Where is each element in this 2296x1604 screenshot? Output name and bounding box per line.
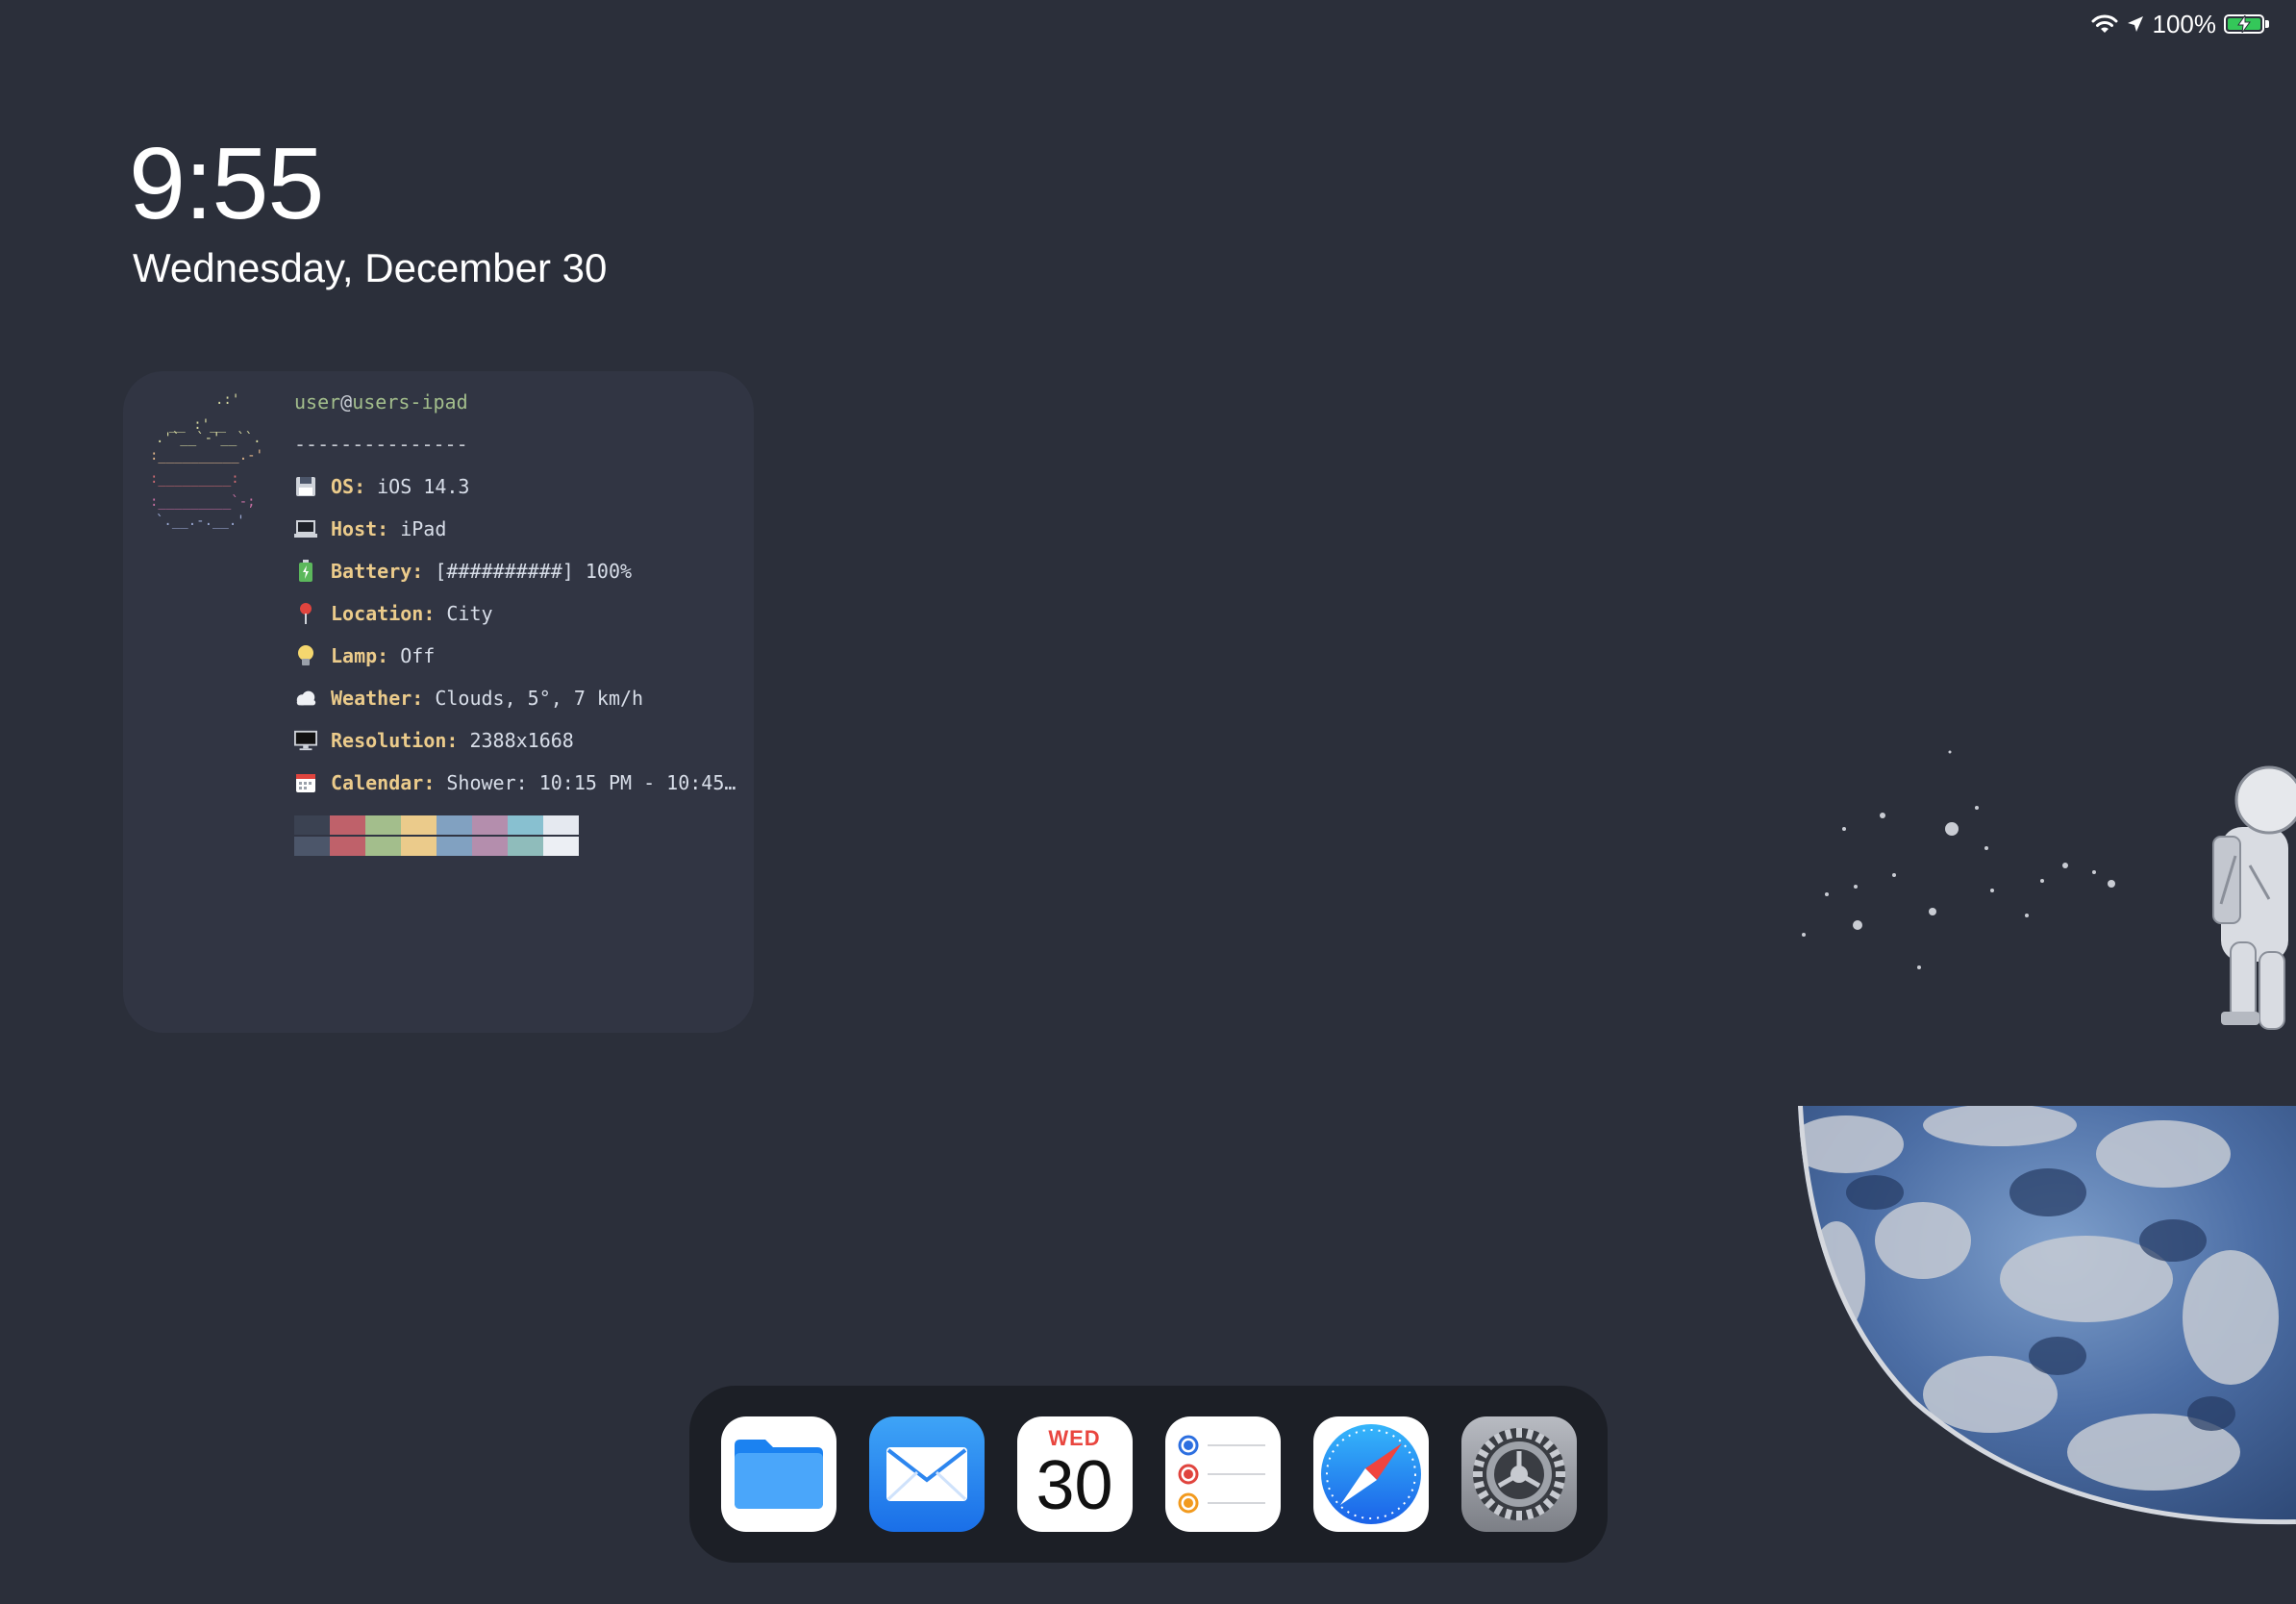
palette-swatch: [365, 837, 401, 856]
calendar-app-date: 30: [1036, 1447, 1113, 1524]
palette-swatch: [508, 837, 543, 856]
wifi-icon: [2091, 13, 2118, 35]
palette-swatch: [294, 815, 330, 835]
svg-text:.'`__`-'__``.: .'`__`-'__``.: [156, 431, 262, 446]
settings-app[interactable]: [1460, 1416, 1577, 1532]
palette-swatch: [294, 837, 330, 856]
laptop-icon: [294, 517, 317, 540]
svg-text:`.__.-.__.': `.__.-.__.': [156, 514, 245, 529]
username: user: [294, 390, 341, 414]
color-palette: [294, 815, 736, 856]
palette-row-bright: [294, 837, 736, 856]
palette-swatch: [543, 815, 579, 835]
lock-time: 9:55: [129, 127, 324, 240]
palette-swatch: [401, 837, 437, 856]
palette-swatch: [330, 815, 365, 835]
user-host-line: user @ users-ipad: [294, 381, 736, 423]
mail-app[interactable]: [868, 1416, 985, 1532]
palette-swatch: [472, 815, 508, 835]
palette-swatch: [330, 837, 365, 856]
moon: [1798, 1106, 2296, 1525]
svg-text:.:': .:': [215, 392, 239, 408]
moon-astronaut-wallpaper: [1798, 750, 2296, 1525]
separator-line: ---------------: [294, 433, 468, 456]
info-row-location: Location: City: [294, 592, 736, 635]
info-row-host: Host: iPad: [294, 508, 736, 550]
info-row-weather: Weather: Clouds, 5°, 7 km/h: [294, 677, 736, 719]
dock: WED 30: [689, 1386, 1608, 1563]
apple-ascii-logo: .:' __ :'__ .'`__`-'__``. :__________.-'…: [150, 392, 263, 529]
palette-swatch: [401, 815, 437, 835]
svg-text::__________.-': :__________.-': [150, 448, 263, 464]
palette-swatch: [543, 837, 579, 856]
astronaut: [2212, 765, 2296, 1030]
folder-icon: [734, 1440, 823, 1509]
palette-row-normal: [294, 815, 736, 835]
lightbulb-icon: [294, 644, 317, 667]
info-row-lamp: Lamp: Off: [294, 635, 736, 677]
files-app[interactable]: [720, 1416, 836, 1532]
battery-charging-icon: [2224, 14, 2269, 34]
palette-swatch: [508, 815, 543, 835]
battery-icon: [294, 560, 317, 583]
palette-swatch: [472, 837, 508, 856]
lock-screen: 100% 9:55 Wednesday, December 30 .:' __ …: [0, 0, 2296, 1604]
gear-icon: [1472, 1428, 1565, 1520]
svg-text::_________:: :_________:: [150, 471, 239, 487]
system-info: user @ users-ipad --------------- OS: iOS …: [294, 381, 736, 856]
calendar-icon: [294, 771, 317, 794]
neofetch-widget[interactable]: .:' __ :'__ .'`__`-'__``. :__________.-'…: [123, 371, 754, 1033]
reminders-app[interactable]: [1164, 1416, 1281, 1532]
hostname: users-ipad: [352, 390, 468, 414]
stars: [1802, 750, 2115, 969]
calendar-app[interactable]: WED 30: [1016, 1416, 1133, 1532]
envelope-icon: [886, 1447, 967, 1501]
location-arrow-icon: [2126, 14, 2145, 34]
palette-swatch: [365, 815, 401, 835]
battery-percent: 100%: [2152, 9, 2217, 38]
info-row-calendar: Calendar: Shower: 10:15 PM - 10:45…: [294, 762, 736, 804]
checklist-icon: [1178, 1435, 1265, 1514]
info-row-resolution: Resolution: 2388x1668: [294, 719, 736, 762]
palette-swatch: [437, 837, 472, 856]
compass-icon: [1320, 1424, 1421, 1524]
safari-app[interactable]: [1312, 1416, 1429, 1532]
status-bar: 100%: [2091, 9, 2269, 38]
info-row-battery: Battery: [##########] 100%: [294, 550, 736, 592]
palette-swatch: [437, 815, 472, 835]
info-row-os: OS: iOS 14.3: [294, 465, 736, 508]
cloud-icon: [294, 687, 317, 710]
svg-text::_________`-;: :_________`-;: [150, 494, 256, 510]
pin-icon: [294, 602, 317, 625]
lock-date: Wednesday, December 30: [133, 245, 608, 290]
monitor-icon: [294, 729, 317, 752]
at-sign: @: [340, 390, 353, 414]
floppy-disk-icon: [294, 475, 317, 498]
